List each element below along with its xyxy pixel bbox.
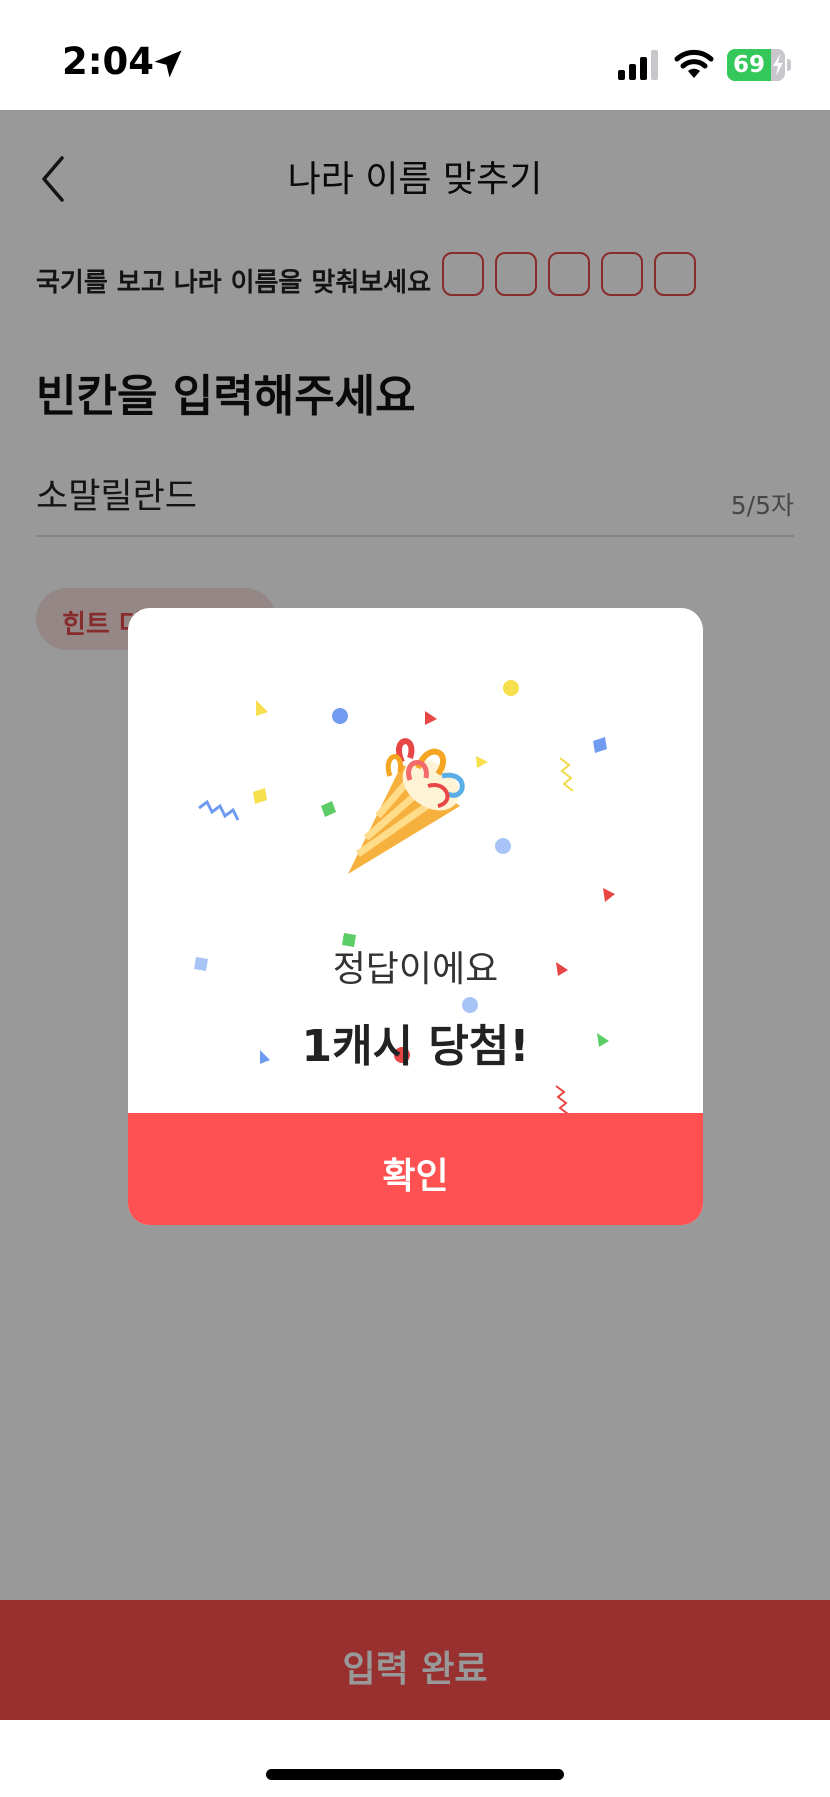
battery-cap: [787, 59, 791, 71]
home-indicator[interactable]: [266, 1769, 564, 1780]
charging-bolt-icon: [773, 54, 783, 76]
result-modal: 정답이에요 1캐시 당첨! 확인: [128, 608, 703, 1225]
cellular-signal-icon: [618, 50, 658, 80]
wifi-icon: [674, 49, 714, 78]
result-message: 정답이에요: [332, 949, 499, 990]
confirm-button-label: 확인: [382, 1156, 449, 1197]
home-area: [0, 1720, 830, 1797]
battery-icon: 69: [727, 49, 785, 81]
status-bar: 2:04 69: [0, 0, 830, 110]
status-time: 2:04: [62, 40, 155, 83]
location-arrow-icon: [154, 50, 182, 78]
reward-text: 1캐시 당첨!: [301, 1021, 530, 1072]
battery-level: 69: [733, 52, 766, 78]
party-popper-icon: [348, 738, 465, 874]
confirm-button[interactable]: 확인: [128, 1113, 703, 1225]
